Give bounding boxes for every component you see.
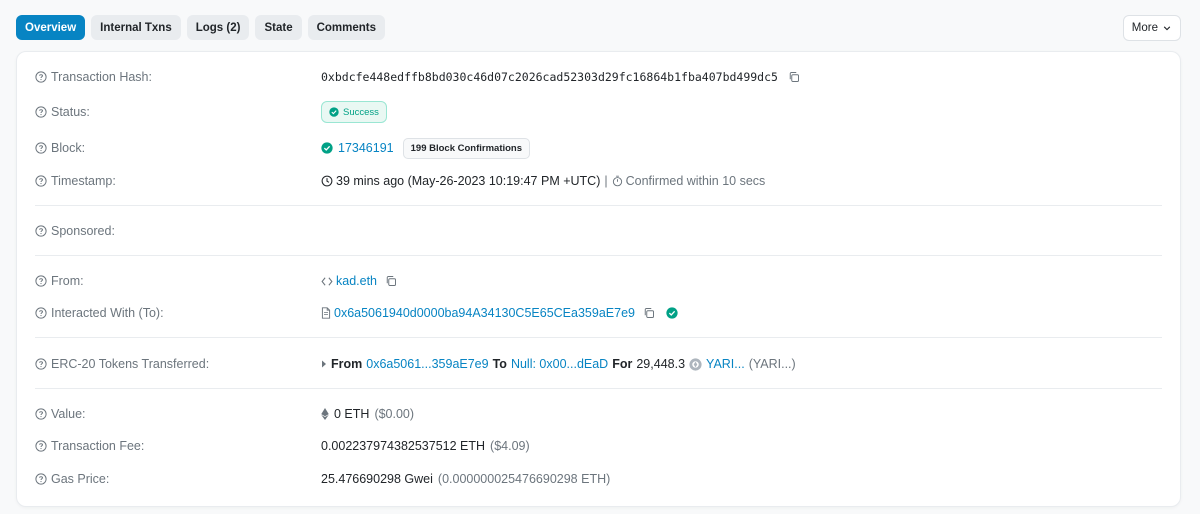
transaction-fee-usd: ($4.09) (490, 439, 530, 453)
from-address-link[interactable]: kad.eth (336, 274, 377, 288)
block-label: Block: (51, 141, 86, 155)
status-badge: Success (321, 101, 387, 123)
block-number-link[interactable]: 17346191 (338, 141, 394, 155)
divider (35, 388, 1162, 389)
erc20-token-symbol: (YARI...) (748, 357, 796, 371)
verified-check-icon (666, 307, 678, 319)
tab-overview[interactable]: Overview (16, 15, 86, 40)
ethereum-icon (321, 408, 329, 420)
copy-icon[interactable] (643, 307, 655, 319)
erc20-from-link[interactable]: 0x6a5061...359aE7e9 (366, 357, 488, 371)
copy-icon[interactable] (788, 71, 800, 83)
token-logo-icon (689, 357, 702, 371)
tab-state[interactable]: State (255, 15, 302, 40)
transaction-details-card: Transaction Hash: 0xbdcfe448edffb8bd030c… (16, 51, 1181, 507)
tx-hash-row: Transaction Hash: 0xbdcfe448edffb8bd030c… (35, 69, 1162, 85)
value-row: Value: 0 ETH ($0.00) (35, 406, 1162, 422)
divider (35, 337, 1162, 338)
divider (35, 205, 1162, 206)
transaction-fee-row: Transaction Fee: 0.002237974382537512 ET… (35, 438, 1162, 454)
question-circle-icon (35, 358, 47, 370)
block-row: Block: 17346191 199 Block Confirmations (35, 136, 1162, 160)
transaction-fee-label: Transaction Fee: (51, 439, 145, 453)
sponsored-label: Sponsored: (51, 224, 115, 238)
contract-file-icon (321, 307, 331, 319)
timestamp-value: 39 mins ago (May-26-2023 10:19:47 PM +UT… (336, 174, 601, 188)
question-circle-icon (35, 225, 47, 237)
question-circle-icon (35, 440, 47, 452)
interacted-with-label: Interacted With (To): (51, 306, 164, 320)
tab-comments[interactable]: Comments (307, 15, 386, 40)
erc20-to-link[interactable]: Null: 0x00...dEaD (511, 357, 608, 371)
question-circle-icon (35, 275, 47, 287)
erc20-transfer-row: ERC-20 Tokens Transferred: From 0x6a5061… (35, 356, 1162, 372)
from-row: From: kad.eth (35, 273, 1162, 289)
tx-hash-value: 0xbdcfe448edffb8bd030c46d07c2026cad52303… (321, 70, 778, 84)
value-amount: 0 ETH (334, 407, 370, 421)
transaction-fee-amount: 0.002237974382537512 ETH (321, 439, 486, 453)
timestamp-label: Timestamp: (51, 174, 116, 188)
code-icon (321, 276, 333, 286)
stopwatch-icon (612, 175, 622, 187)
check-circle-icon (321, 142, 333, 154)
interacted-with-row: Interacted With (To): 0x6a5061940d0000ba… (35, 305, 1162, 321)
question-circle-icon (35, 106, 47, 118)
clock-icon (321, 175, 333, 187)
timestamp-row: Timestamp: 39 mins ago (May-26-2023 10:1… (35, 173, 1162, 189)
timestamp-separator: | (604, 174, 608, 188)
gas-price-label: Gas Price: (51, 472, 110, 486)
tab-logs[interactable]: Logs (2) (186, 15, 250, 40)
tx-hash-label: Transaction Hash: (51, 70, 152, 84)
value-label: Value: (51, 407, 86, 421)
divider (35, 255, 1162, 256)
erc20-to-word: To (492, 357, 507, 371)
value-usd: ($0.00) (374, 407, 415, 421)
sponsored-row: Sponsored: (35, 223, 1162, 239)
more-label: More (1131, 22, 1158, 34)
check-circle-icon (329, 107, 339, 117)
erc20-label: ERC-20 Tokens Transferred: (51, 357, 210, 371)
more-button[interactable]: More (1122, 15, 1181, 41)
to-address-link[interactable]: 0x6a5061940d0000ba94A34130C5E65CEa359aE7… (334, 306, 635, 320)
question-circle-icon (35, 408, 47, 420)
erc20-token-link[interactable]: YARI... (706, 357, 745, 371)
question-circle-icon (35, 71, 47, 83)
erc20-for-word: For (612, 357, 633, 371)
question-circle-icon (35, 142, 47, 154)
tab-internal-txns[interactable]: Internal Txns (91, 15, 181, 40)
erc20-from-word: From (331, 357, 363, 371)
gas-price-row: Gas Price: 25.476690298 Gwei (0.00000002… (35, 471, 1162, 487)
tab-bar: Overview Internal Txns Logs (2) State Co… (16, 15, 386, 40)
status-row: Status: Success (35, 100, 1162, 124)
status-label: Status: (51, 105, 90, 119)
question-circle-icon (35, 473, 47, 485)
confirmed-within-text: Confirmed within 10 secs (625, 174, 766, 188)
erc20-amount: 29,448.3 (636, 357, 686, 371)
question-circle-icon (35, 307, 47, 319)
gas-price-gwei: 25.476690298 Gwei (321, 472, 433, 486)
block-confirmations-badge: 199 Block Confirmations (402, 137, 531, 159)
caret-right-icon[interactable] (321, 360, 327, 368)
copy-icon[interactable] (385, 275, 397, 287)
question-circle-icon (35, 175, 47, 187)
status-value: Success (343, 106, 379, 118)
gas-price-eth: (0.000000025476690298 ETH) (437, 472, 611, 486)
from-label: From: (51, 274, 84, 288)
chevron-down-icon (1163, 26, 1171, 31)
